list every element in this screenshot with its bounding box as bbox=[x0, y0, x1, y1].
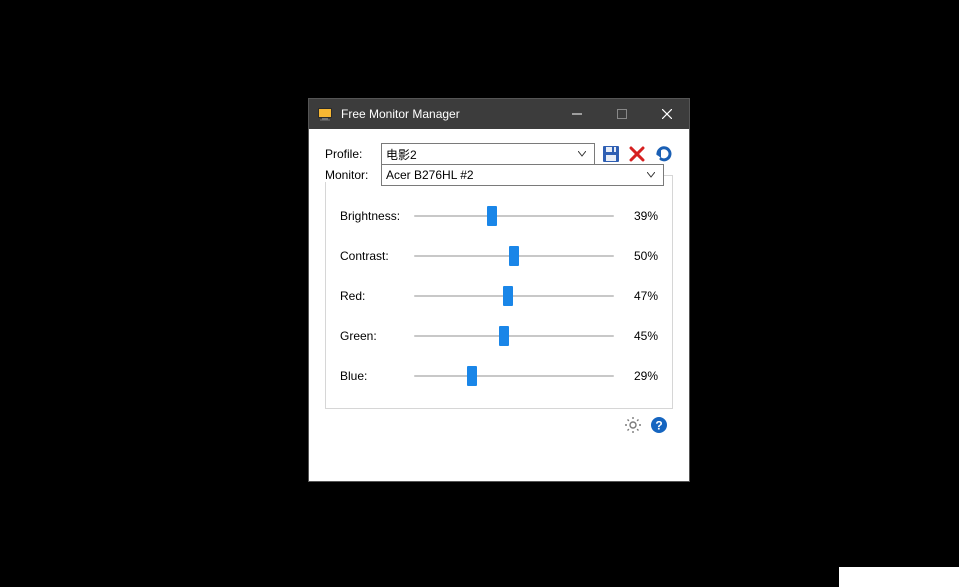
close-button[interactable] bbox=[644, 99, 689, 129]
profile-label: Profile: bbox=[325, 147, 381, 161]
slider[interactable] bbox=[414, 206, 614, 226]
profile-row: Profile: 电影2 bbox=[325, 143, 673, 165]
help-button[interactable]: ? bbox=[649, 415, 669, 435]
slider-row: Blue: 29% bbox=[340, 356, 658, 396]
undo-icon bbox=[653, 145, 673, 163]
slider-row: Red: 47% bbox=[340, 276, 658, 316]
slider[interactable] bbox=[414, 286, 614, 306]
slider-value: 45% bbox=[614, 329, 658, 343]
monitor-combo-text: Acer B276HL #2 bbox=[386, 168, 643, 182]
slider-label: Green: bbox=[340, 329, 414, 343]
screenshot-artifact bbox=[839, 567, 959, 587]
slider-thumb[interactable] bbox=[503, 286, 513, 306]
svg-text:?: ? bbox=[655, 419, 662, 433]
minimize-button[interactable] bbox=[554, 99, 599, 129]
delete-button[interactable] bbox=[627, 144, 647, 164]
chevron-down-icon bbox=[643, 165, 659, 185]
app-window: Free Monitor Manager Profile: 电影2 bbox=[308, 98, 690, 482]
undo-button[interactable] bbox=[653, 144, 673, 164]
monitor-label: Monitor: bbox=[325, 168, 381, 182]
save-button[interactable] bbox=[601, 144, 621, 164]
slider-value: 39% bbox=[614, 209, 658, 223]
sliders-container: Brightness: 39% Contrast: 50% Red: 47% Green: 4… bbox=[340, 196, 658, 396]
slider-thumb[interactable] bbox=[499, 326, 509, 346]
profile-combo[interactable]: 电影2 bbox=[381, 143, 595, 165]
slider-row: Contrast: 50% bbox=[340, 236, 658, 276]
profile-combo-text: 电影2 bbox=[386, 146, 574, 163]
window-title: Free Monitor Manager bbox=[341, 107, 554, 121]
slider-value: 29% bbox=[614, 369, 658, 383]
profile-actions bbox=[601, 144, 673, 164]
settings-button[interactable] bbox=[623, 415, 643, 435]
slider-value: 47% bbox=[614, 289, 658, 303]
slider[interactable] bbox=[414, 246, 614, 266]
save-icon bbox=[602, 145, 620, 163]
app-icon bbox=[317, 106, 333, 122]
slider-value: 50% bbox=[614, 249, 658, 263]
delete-icon bbox=[628, 145, 646, 163]
slider-row: Brightness: 39% bbox=[340, 196, 658, 236]
slider[interactable] bbox=[414, 326, 614, 346]
slider-label: Blue: bbox=[340, 369, 414, 383]
slider-label: Red: bbox=[340, 289, 414, 303]
slider-label: Brightness: bbox=[340, 209, 414, 223]
gear-icon bbox=[624, 416, 642, 434]
slider[interactable] bbox=[414, 366, 614, 386]
slider-thumb[interactable] bbox=[467, 366, 477, 386]
monitor-group: Monitor: Acer B276HL #2 Brightness:39%Co… bbox=[325, 175, 673, 409]
help-icon: ? bbox=[650, 416, 668, 434]
slider-thumb[interactable] bbox=[487, 206, 497, 226]
window-controls bbox=[554, 99, 689, 129]
slider-thumb[interactable] bbox=[509, 246, 519, 266]
monitor-combo[interactable]: Acer B276HL #2 bbox=[381, 164, 664, 186]
titlebar: Free Monitor Manager bbox=[309, 99, 689, 129]
footer-icons: ? bbox=[325, 415, 673, 435]
chevron-down-icon bbox=[574, 144, 590, 164]
monitor-row: Monitor: Acer B276HL #2 bbox=[326, 164, 672, 186]
maximize-button[interactable] bbox=[599, 99, 644, 129]
slider-row: Green: 45% bbox=[340, 316, 658, 356]
slider-label: Contrast: bbox=[340, 249, 414, 263]
client-area: Profile: 电影2 bbox=[309, 129, 689, 443]
